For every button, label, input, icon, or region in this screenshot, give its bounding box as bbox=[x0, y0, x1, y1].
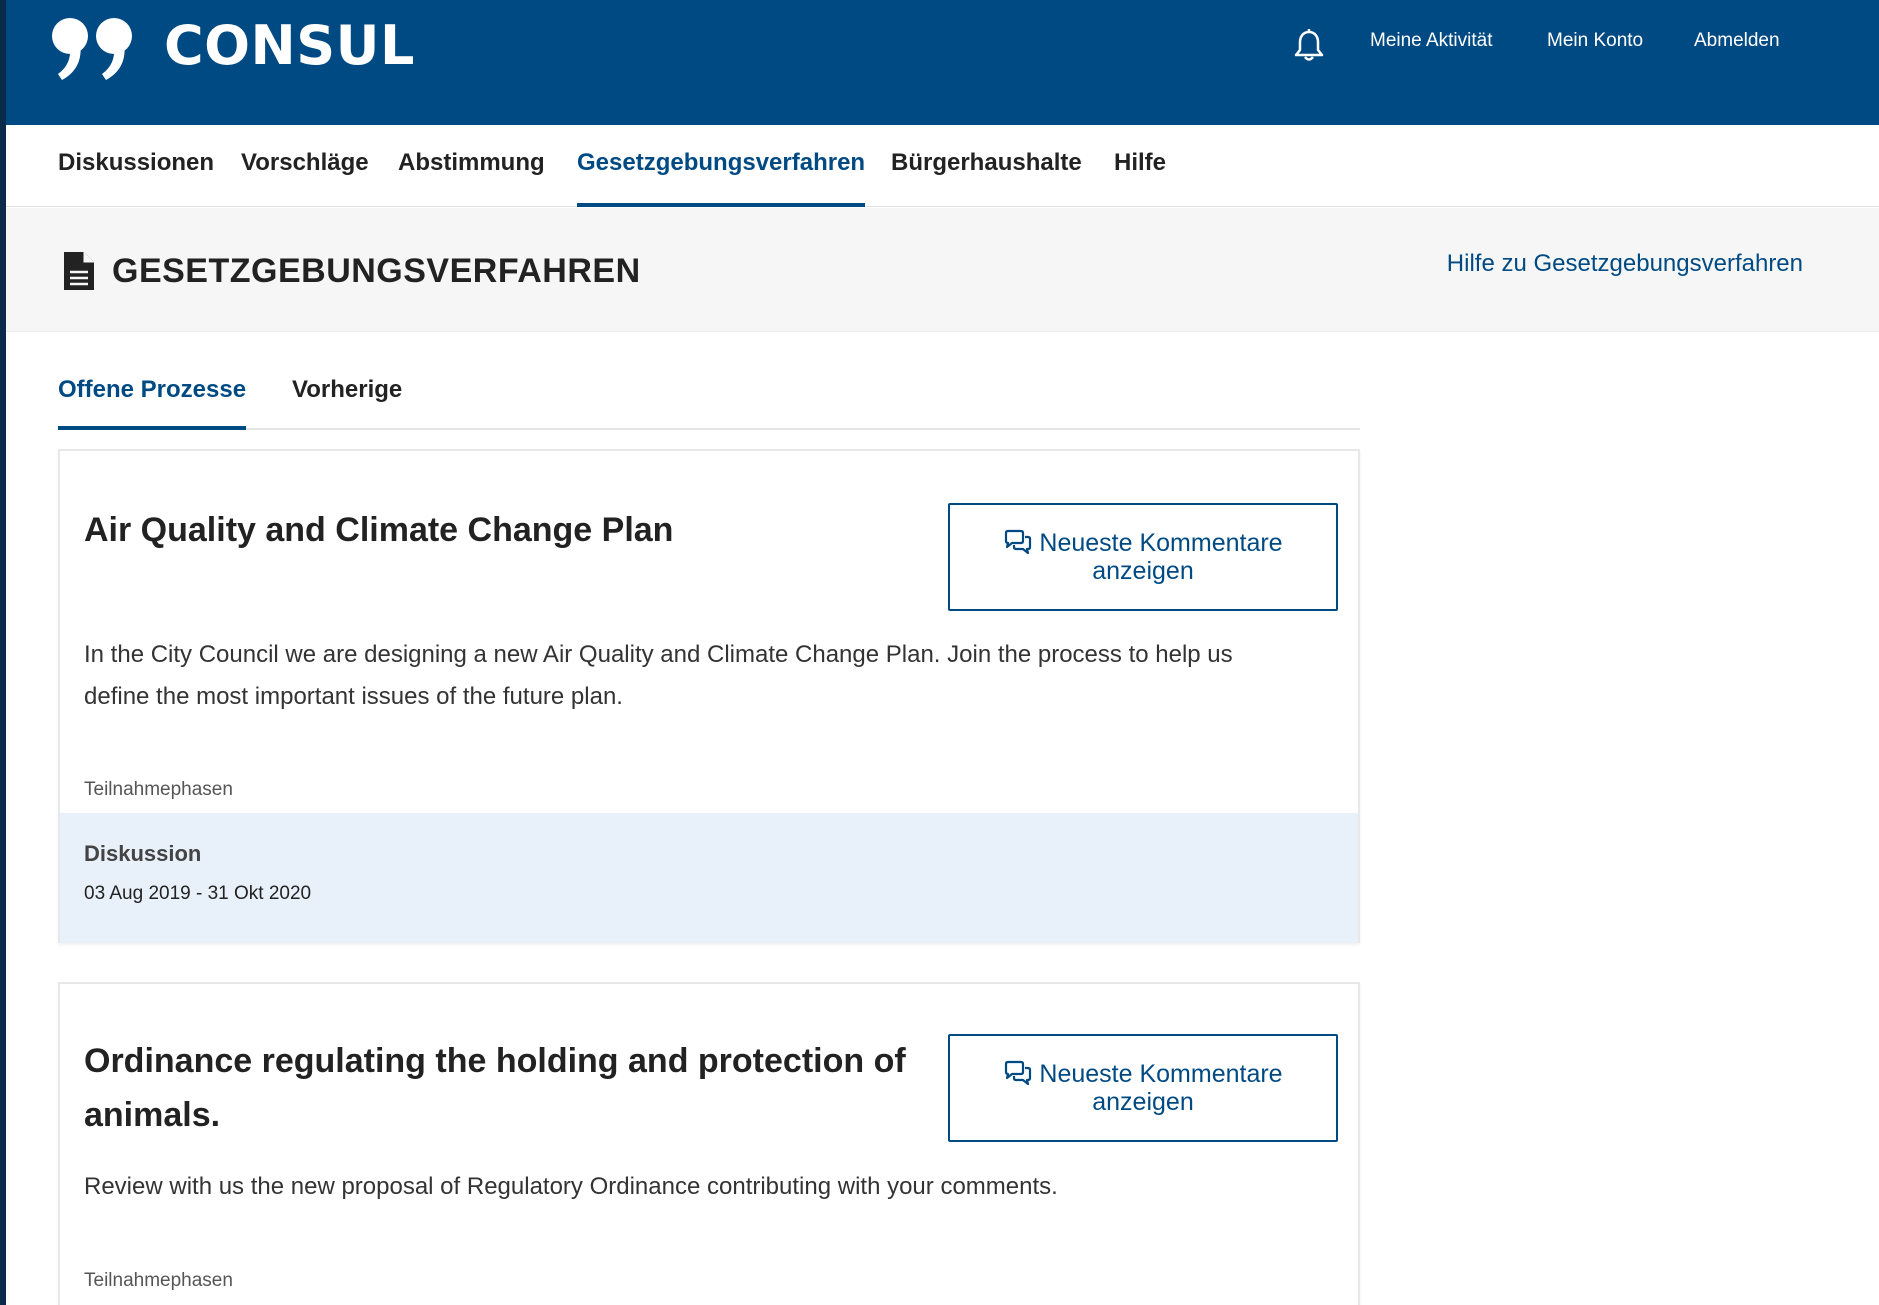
latest-comments-label-line1: Neueste Kommentare bbox=[1039, 529, 1283, 557]
latest-comments-button[interactable]: Neueste Kommentare anzeigen bbox=[948, 1034, 1338, 1142]
section-header: GESETZGEBUNGSVERFAHREN Hilfe zu Gesetzge… bbox=[6, 208, 1879, 332]
logout-link[interactable]: Abmelden bbox=[1694, 30, 1780, 52]
latest-comments-label-line1: Neueste Kommentare bbox=[1039, 1060, 1283, 1088]
latest-comments-label-line2: anzeigen bbox=[1092, 557, 1194, 585]
top-bar: CONSUL Meine Aktivität Mein Konto Abmeld… bbox=[6, 0, 1879, 125]
legislation-help-link[interactable]: Hilfe zu Gesetzgebungsverfahren bbox=[1447, 250, 1803, 278]
tab-past-processes[interactable]: Vorherige bbox=[292, 376, 402, 430]
comments-icon bbox=[1005, 1060, 1032, 1086]
notifications-bell-icon[interactable] bbox=[1294, 28, 1324, 62]
my-activity-link[interactable]: Meine Aktivität bbox=[1370, 30, 1493, 52]
page-title: GESETZGEBUNGSVERFAHREN bbox=[112, 252, 641, 290]
process-card: Ordinance regulating the holding and pro… bbox=[58, 982, 1360, 1305]
phases-label: Teilnahmephasen bbox=[84, 1270, 233, 1291]
main-nav: Diskussionen Vorschläge Abstimmung Geset… bbox=[6, 125, 1879, 207]
nav-item-proposals[interactable]: Vorschläge bbox=[241, 149, 369, 207]
phase-item[interactable]: Diskussion 03 Aug 2019 - 31 Okt 2020 bbox=[60, 813, 1358, 943]
consul-logo-icon[interactable] bbox=[50, 16, 138, 82]
logo-text[interactable]: CONSUL bbox=[164, 14, 415, 77]
comments-icon bbox=[1005, 529, 1032, 555]
latest-comments-label-line2: anzeigen bbox=[1092, 1088, 1194, 1116]
process-tabs: Offene Prozesse Vorherige bbox=[58, 368, 1360, 430]
page: CONSUL Meine Aktivität Mein Konto Abmeld… bbox=[0, 0, 1879, 1305]
phase-name: Diskussion bbox=[84, 841, 202, 866]
nav-item-budgets[interactable]: Bürgerhaushalte bbox=[891, 149, 1082, 207]
process-description: Review with us the new proposal of Regul… bbox=[84, 1173, 1058, 1200]
process-title-link[interactable]: Ordinance regulating the holding and pro… bbox=[84, 1034, 924, 1142]
tab-open-processes[interactable]: Offene Prozesse bbox=[58, 376, 247, 430]
nav-item-debates[interactable]: Diskussionen bbox=[58, 149, 214, 207]
phases-label: Teilnahmephasen bbox=[84, 779, 233, 800]
nav-item-help[interactable]: Hilfe bbox=[1114, 149, 1166, 207]
process-card: Air Quality and Climate Change Plan Neue… bbox=[58, 449, 1360, 943]
my-account-link[interactable]: Mein Konto bbox=[1547, 30, 1643, 52]
latest-comments-button[interactable]: Neueste Kommentare anzeigen bbox=[948, 503, 1338, 611]
nav-item-legislation[interactable]: Gesetzgebungsverfahren bbox=[577, 149, 866, 207]
nav-item-voting[interactable]: Abstimmung bbox=[398, 149, 545, 207]
process-title-link[interactable]: Air Quality and Climate Change Plan bbox=[84, 503, 924, 557]
phase-dates: 03 Aug 2019 - 31 Okt 2020 bbox=[84, 883, 312, 904]
document-icon bbox=[64, 252, 94, 290]
process-description: In the City Council we are designing a n… bbox=[84, 641, 1233, 710]
